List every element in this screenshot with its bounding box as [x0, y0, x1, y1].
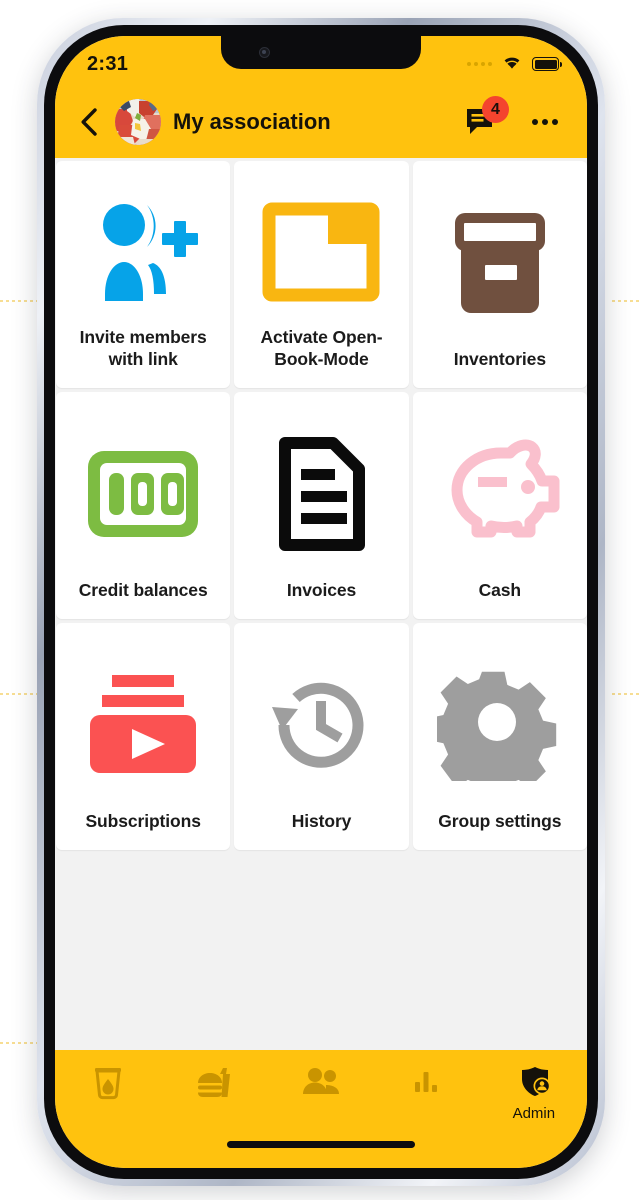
guide-mark	[612, 300, 642, 302]
open-folder-icon	[240, 177, 402, 327]
tile-label: Cash	[478, 579, 522, 600]
signal-dots-icon	[467, 62, 492, 66]
hundred-credits-icon	[62, 408, 224, 580]
fast-food-icon	[196, 1066, 234, 1105]
gear-icon	[419, 639, 581, 811]
tile-invite-members-with-link[interactable]: Invite members with link	[56, 161, 231, 388]
tile-label: Invoices	[286, 579, 357, 600]
wifi-icon	[501, 54, 523, 75]
page-title: My association	[173, 109, 331, 134]
piggy-bank-icon	[419, 408, 581, 580]
app-bar: My association 4	[55, 86, 587, 158]
battery-full-icon	[532, 57, 562, 71]
person-add-broadcast-icon	[62, 177, 224, 327]
group-avatar-photo[interactable]	[115, 99, 161, 145]
tile-label: History	[291, 810, 352, 831]
phone-bezel: 2:31 My association 4 Invite members wit…	[44, 25, 598, 1179]
status-clock: 2:31	[87, 52, 129, 75]
tile-subscriptions[interactable]: Subscriptions	[56, 623, 231, 850]
tile-label: Inventories	[453, 348, 546, 369]
main-content: Invite members with link Activate Open-B…	[55, 158, 587, 1050]
device-notch	[221, 36, 421, 69]
front-camera	[259, 47, 270, 58]
people-icon	[301, 1066, 341, 1103]
action-grid: Invite members with link Activate Open-B…	[55, 161, 587, 850]
shield-person-icon	[517, 1066, 551, 1103]
bar-chart-icon	[412, 1066, 442, 1101]
tile-cash[interactable]: Cash	[412, 392, 587, 619]
messages-button[interactable]: 4	[461, 96, 509, 142]
nav-item-food[interactable]	[161, 1066, 267, 1107]
tile-label: Subscriptions	[85, 810, 201, 831]
tile-group-settings[interactable]: Group settings	[412, 623, 587, 850]
tile-inventories[interactable]: Inventories	[412, 161, 587, 388]
nav-item-stats[interactable]	[374, 1066, 480, 1103]
drink-glass-icon	[92, 1066, 124, 1105]
tile-activate-open-book-mode[interactable]: Activate Open-Book-Mode	[234, 161, 409, 388]
bottom-navigation-bar: Admin	[55, 1050, 587, 1168]
document-lines-icon	[240, 408, 402, 580]
guide-mark	[0, 300, 42, 302]
more-horizontal-icon[interactable]	[527, 102, 563, 142]
tile-label: Activate Open-Book-Mode	[260, 327, 383, 369]
tile-label: Invite members with link	[79, 327, 207, 369]
home-indicator[interactable]	[227, 1141, 415, 1148]
nav-item-members[interactable]	[268, 1066, 374, 1105]
tile-credit-balances[interactable]: Credit balances	[56, 392, 231, 619]
nav-item-label: Admin	[512, 1105, 556, 1122]
phone-device-frame: 2:31 My association 4 Invite members wit…	[37, 18, 605, 1186]
status-indicators	[467, 54, 562, 75]
nav-item-admin[interactable]: Admin	[481, 1066, 587, 1122]
tile-label: Group settings	[438, 810, 562, 831]
tile-invoices[interactable]: Invoices	[234, 392, 409, 619]
back-chevron-icon[interactable]	[73, 101, 103, 143]
tile-label: Credit balances	[78, 579, 208, 600]
guide-mark	[612, 693, 642, 695]
tile-history[interactable]: History	[234, 623, 409, 850]
messages-badge: 4	[482, 96, 509, 123]
nav-item-drinks[interactable]	[55, 1066, 161, 1107]
phone-screen: 2:31 My association 4 Invite members wit…	[55, 36, 587, 1168]
clock-rewind-icon	[240, 639, 402, 811]
storage-box-icon	[419, 177, 581, 349]
video-play-stack-icon	[62, 639, 224, 811]
guide-mark	[0, 693, 42, 695]
